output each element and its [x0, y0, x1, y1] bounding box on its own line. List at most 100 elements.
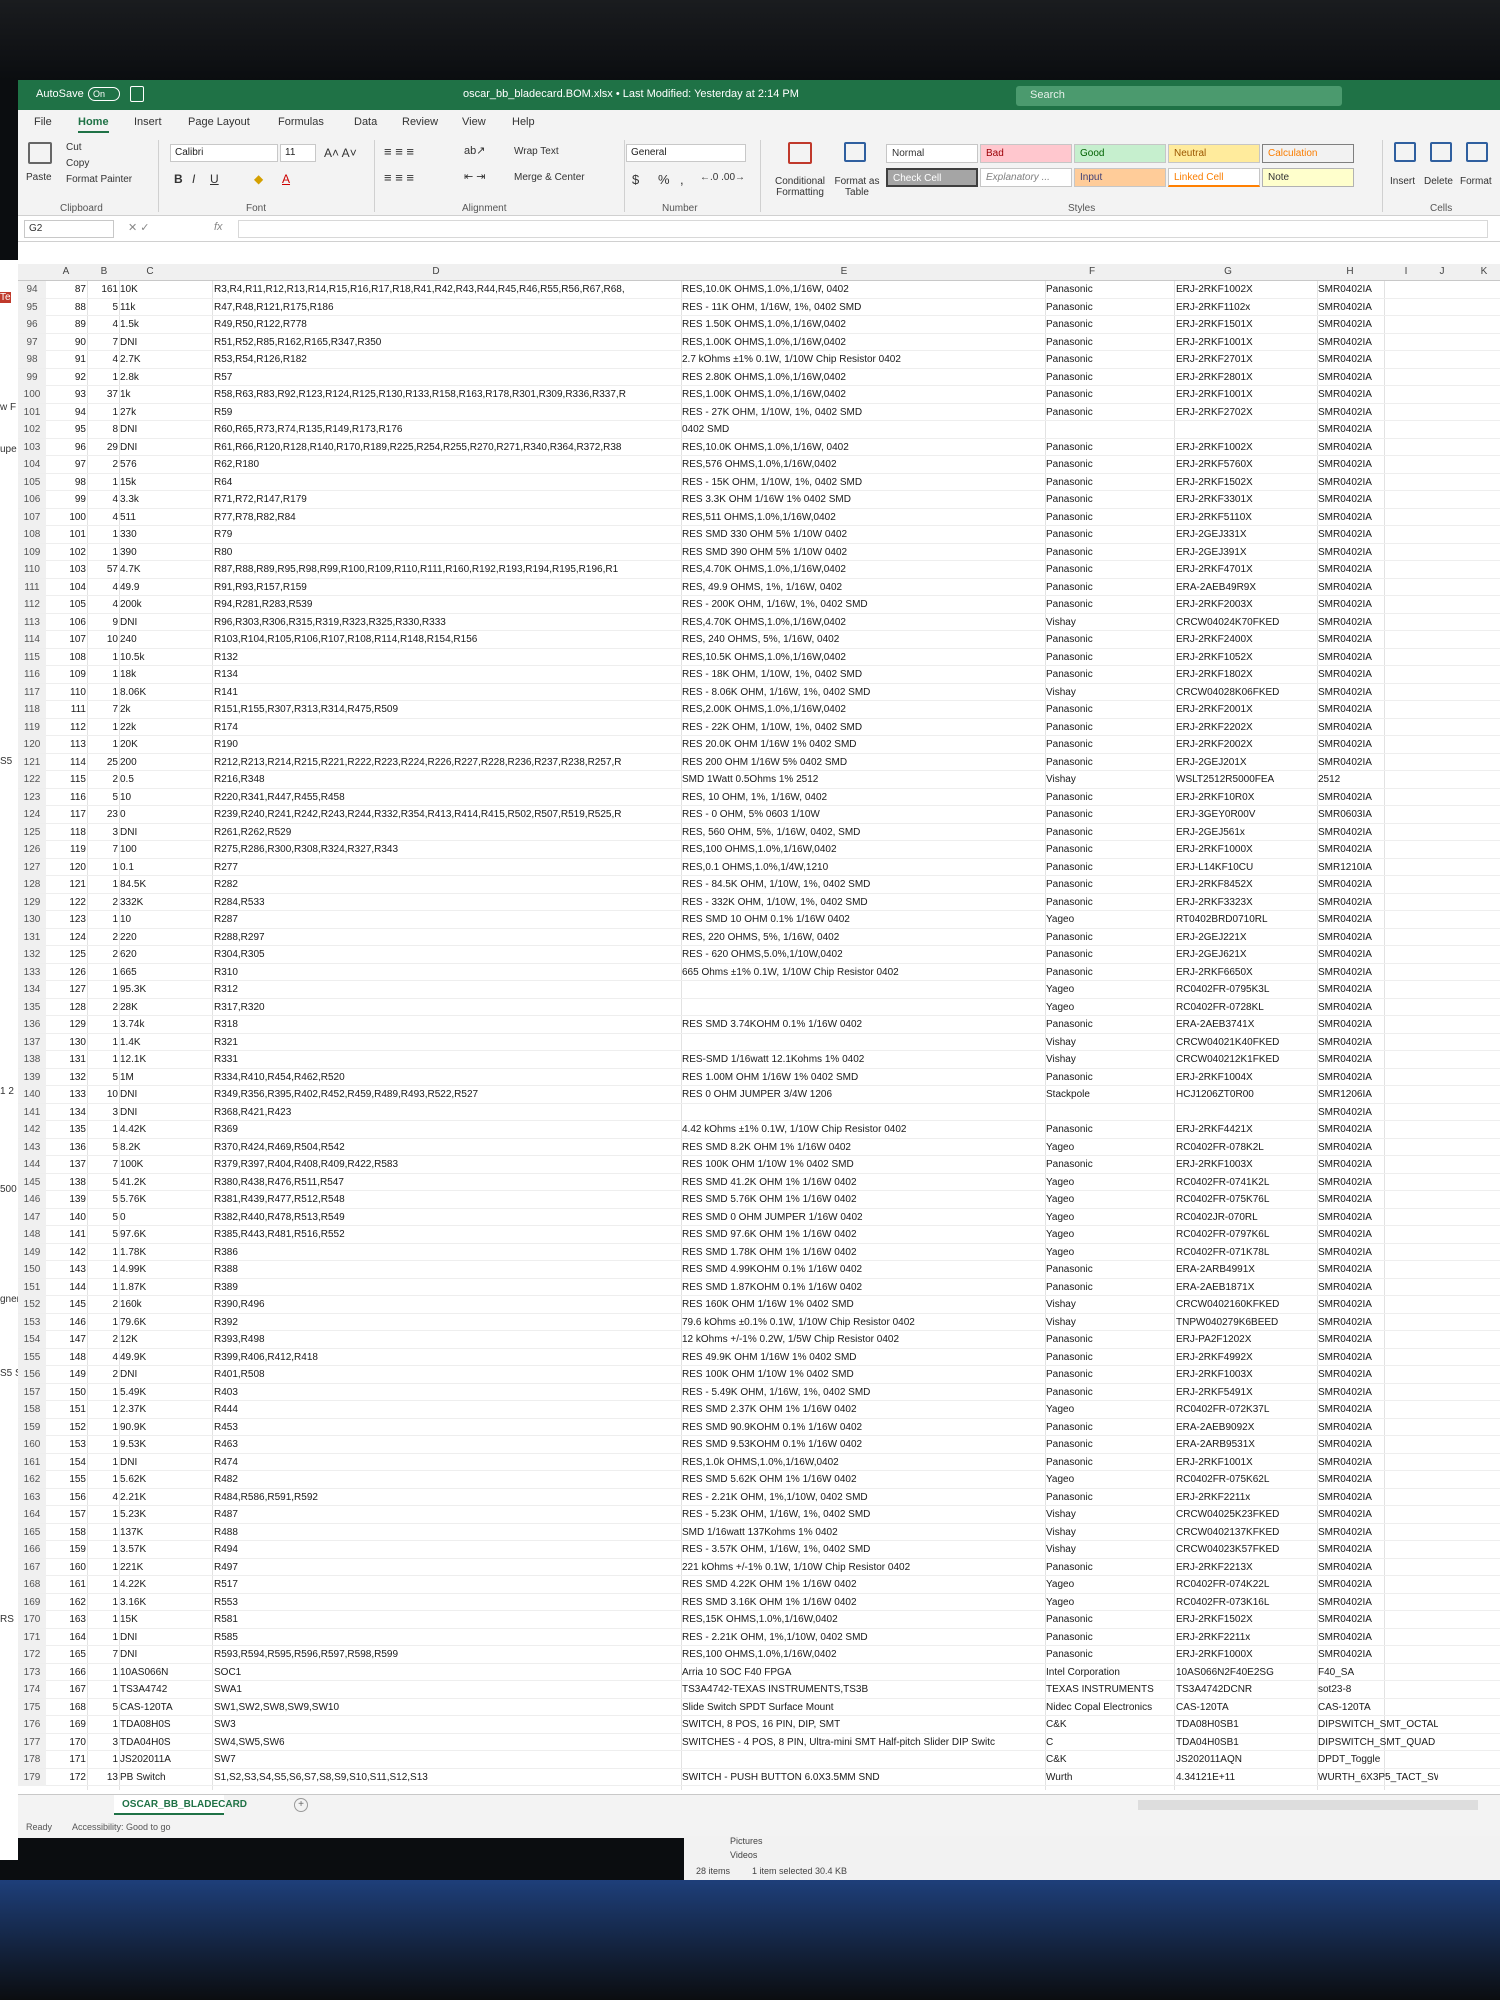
cell-d[interactable]: R482: [214, 1474, 680, 1485]
cell-b[interactable]: 1: [88, 1404, 118, 1415]
cell-d[interactable]: R393,R498: [214, 1334, 680, 1345]
table-row[interactable]: 119 112 1 22k R174 RES - 22K OHM, 1/10W, 1%, …: [18, 718, 1500, 736]
cell-e[interactable]: SWITCH, 8 POS, 16 PIN, DIP, SMT: [682, 1719, 1044, 1730]
cell-h[interactable]: WURTH_6X3P5_TACT_SWITCH: [1318, 1772, 1438, 1783]
table-row[interactable]: 146 139 5 5.76K R381,R439,R477,R512,R548 RES …: [18, 1191, 1500, 1209]
cell-c[interactable]: 0: [120, 1212, 180, 1223]
cell-c[interactable]: DNI: [120, 827, 180, 838]
row-number[interactable]: 141: [18, 1103, 46, 1121]
cell-d[interactable]: R401,R508: [214, 1369, 680, 1380]
cell-c[interactable]: 18k: [120, 669, 180, 680]
cell-e[interactable]: RES SMD 10 OHM 0.1% 1/16W 0402: [682, 914, 1044, 925]
row-number[interactable]: 145: [18, 1173, 46, 1191]
cell-e[interactable]: RES - 8.06K OHM, 1/16W, 1%, 0402 SMD: [682, 687, 1044, 698]
cell-b[interactable]: 7: [88, 844, 118, 855]
column-header-h[interactable]: H: [1346, 266, 1353, 277]
cell-g[interactable]: ERJ-2RKF1002X: [1176, 284, 1316, 295]
cell-d[interactable]: R134: [214, 669, 680, 680]
cell-e[interactable]: RES 2.80K OHMS,1.0%,1/16W,0402: [682, 372, 1044, 383]
cell-b[interactable]: 4: [88, 319, 118, 330]
row-number[interactable]: 101: [18, 403, 46, 421]
cell-g[interactable]: ERJ-2RKF2202X: [1176, 722, 1316, 733]
cell-f[interactable]: Yageo: [1046, 984, 1172, 995]
row-number[interactable]: 113: [18, 613, 46, 631]
table-row[interactable]: 101 94 1 27k R59 RES - 27K OHM, 1/10W, 1%, 04…: [18, 403, 1500, 421]
cell-c[interactable]: 49.9K: [120, 1352, 180, 1363]
cell-a[interactable]: 99: [48, 494, 86, 505]
cell-e[interactable]: RES 1.50K OHMS,1.0%,1/16W,0402: [682, 319, 1044, 330]
cell-b[interactable]: 7: [88, 1159, 118, 1170]
cell-a[interactable]: 133: [48, 1089, 86, 1100]
cell-g[interactable]: ERJ-2RKF1003X: [1176, 1369, 1316, 1380]
cell-d[interactable]: R94,R281,R283,R539: [214, 599, 680, 610]
cell-f[interactable]: Panasonic: [1046, 1422, 1172, 1433]
cell-e[interactable]: RES,10.5K OHMS,1.0%,1/16W,0402: [682, 652, 1044, 663]
row-number[interactable]: 115: [18, 648, 46, 666]
cell-g[interactable]: 10AS066N2F40E2SG: [1176, 1667, 1316, 1678]
cell-h[interactable]: SMR0402IA: [1318, 582, 1438, 593]
cell-g[interactable]: ERJ-2RKF2213X: [1176, 1562, 1316, 1573]
horizontal-scrollbar[interactable]: [1138, 1800, 1478, 1810]
cell-h[interactable]: SMR0402IA: [1318, 1369, 1438, 1380]
cell-g[interactable]: RC0402FR-0728KL: [1176, 1002, 1316, 1013]
cell-grid[interactable]: 94 87 161 10K R3,R4,R11,R12,R13,R14,R15,R16,…: [18, 281, 1500, 1790]
cell-h[interactable]: SMR0402IA: [1318, 827, 1438, 838]
cell-e[interactable]: RES SMD 390 OHM 5% 1/10W 0402: [682, 547, 1044, 558]
table-row[interactable]: 159 152 1 90.9K R453 RES SMD 90.9KOHM 0.1% 1/…: [18, 1418, 1500, 1436]
table-row[interactable]: 107 100 4 511 R77,R78,R82,R84 RES,511 OHMS,1.…: [18, 508, 1500, 526]
formula-input[interactable]: [238, 220, 1488, 238]
cell-d[interactable]: R484,R586,R591,R592: [214, 1492, 680, 1503]
row-number[interactable]: 147: [18, 1208, 46, 1226]
cell-h[interactable]: SMR0402IA: [1318, 669, 1438, 680]
cell-c[interactable]: 10.5k: [120, 652, 180, 663]
cell-g[interactable]: JS202011AQN: [1176, 1754, 1316, 1765]
cell-b[interactable]: 1: [88, 1124, 118, 1135]
cell-g[interactable]: ERJ-2RKF2400X: [1176, 634, 1316, 645]
cell-b[interactable]: 5: [88, 1229, 118, 1240]
cell-f[interactable]: Panasonic: [1046, 302, 1172, 313]
cell-e[interactable]: RES, 10 OHM, 1%, 1/16W, 0402: [682, 792, 1044, 803]
cell-a[interactable]: 149: [48, 1369, 86, 1380]
cell-d[interactable]: R368,R421,R423: [214, 1107, 680, 1118]
cell-a[interactable]: 127: [48, 984, 86, 995]
cell-d[interactable]: R47,R48,R121,R175,R186: [214, 302, 680, 313]
cell-a[interactable]: 117: [48, 809, 86, 820]
cell-f[interactable]: Panasonic: [1046, 1387, 1172, 1398]
row-number[interactable]: 172: [18, 1646, 46, 1663]
cell-a[interactable]: 88: [48, 302, 86, 313]
cell-b[interactable]: 1: [88, 1754, 118, 1765]
row-number[interactable]: 173: [18, 1663, 46, 1681]
cell-e[interactable]: 665 Ohms ±1% 0.1W, 1/10W Chip Resistor 0…: [682, 967, 1044, 978]
cell-b[interactable]: 23: [88, 809, 118, 820]
cell-d[interactable]: R151,R155,R307,R313,R314,R475,R509: [214, 704, 680, 715]
row-number[interactable]: 94: [18, 281, 46, 298]
cell-e[interactable]: RES SMD 1.87KOHM 0.1% 1/16W 0402: [682, 1282, 1044, 1293]
cell-d[interactable]: R212,R213,R214,R215,R221,R222,R223,R224,…: [214, 757, 680, 768]
cell-a[interactable]: 103: [48, 564, 86, 575]
cell-a[interactable]: 156: [48, 1492, 86, 1503]
cell-c[interactable]: 4.42K: [120, 1124, 180, 1135]
cell-a[interactable]: 153: [48, 1439, 86, 1450]
cell-b[interactable]: 10: [88, 1089, 118, 1100]
cell-a[interactable]: 87: [48, 284, 86, 295]
cell-a[interactable]: 137: [48, 1159, 86, 1170]
cell-c[interactable]: 22k: [120, 722, 180, 733]
cell-h[interactable]: SMR0402IA: [1318, 459, 1438, 470]
cell-g[interactable]: ERJ-2RKF1052X: [1176, 652, 1316, 663]
cell-d[interactable]: SW7: [214, 1754, 680, 1765]
row-number[interactable]: 117: [18, 683, 46, 701]
font-size-select[interactable]: 11: [280, 144, 316, 162]
table-row[interactable]: 97 90 7 DNI R51,R52,R85,R162,R165,R347,R350 R…: [18, 333, 1500, 351]
cell-c[interactable]: DNI: [120, 617, 180, 628]
row-number[interactable]: 151: [18, 1278, 46, 1296]
cell-a[interactable]: 171: [48, 1754, 86, 1765]
row-number[interactable]: 152: [18, 1296, 46, 1313]
cell-h[interactable]: SMR0402IA: [1318, 599, 1438, 610]
cell-e[interactable]: 0402 SMD: [682, 424, 1044, 435]
column-header-c[interactable]: C: [146, 266, 153, 277]
cell-a[interactable]: 134: [48, 1107, 86, 1118]
row-number[interactable]: 150: [18, 1261, 46, 1278]
sheet-tab-oscar-bb-bladecard[interactable]: OSCAR_BB_BLADECARD: [114, 1795, 247, 1815]
cell-a[interactable]: 155: [48, 1474, 86, 1485]
cell-f[interactable]: Panasonic: [1046, 1614, 1172, 1625]
